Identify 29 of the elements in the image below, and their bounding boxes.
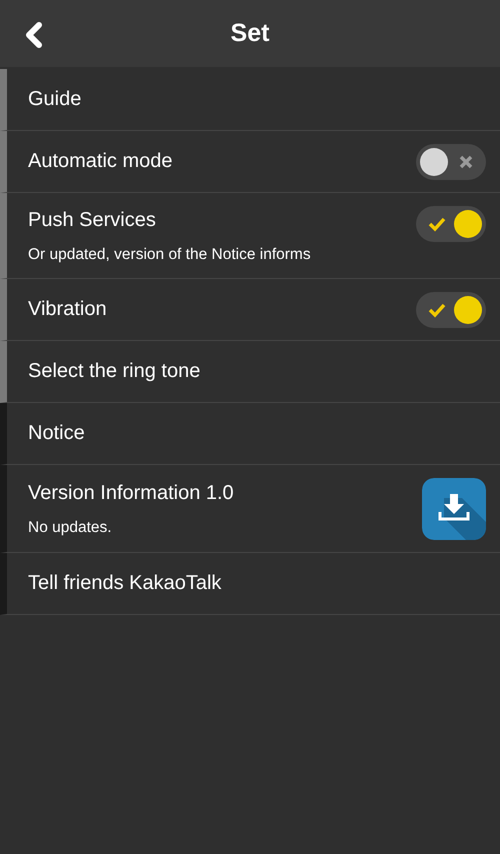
settings-row[interactable]: Tell friends KakaoTalk	[0, 553, 500, 615]
close-icon	[459, 154, 473, 168]
settings-row[interactable]: Vibration	[0, 279, 500, 341]
toggle-knob	[454, 210, 482, 238]
setting-description: Or updated, version of the Notice informs	[28, 246, 312, 264]
toggle-switch[interactable]	[416, 144, 486, 180]
toggle-switch[interactable]	[416, 292, 486, 328]
toggle-knob	[454, 296, 482, 324]
setting-description: No updates.	[28, 518, 113, 536]
settings-row[interactable]: Select the ring tone	[0, 341, 500, 403]
setting-label: Automatic mode	[28, 150, 174, 173]
setting-label: Guide	[28, 88, 82, 111]
check-icon	[428, 216, 446, 232]
setting-label: Push Services	[28, 209, 157, 232]
toggle-switch[interactable]	[416, 206, 486, 242]
screen-title: Set	[230, 19, 270, 48]
toggle-knob	[420, 148, 448, 176]
setting-label: Vibration	[28, 298, 108, 321]
setting-label: Select the ring tone	[28, 360, 202, 383]
settings-row[interactable]: Guide	[0, 69, 500, 131]
setting-label: Notice	[28, 422, 86, 445]
setting-label: Version Information 1.0	[28, 482, 235, 504]
settings-row[interactable]: Notice	[0, 403, 500, 465]
download-icon[interactable]	[422, 478, 486, 540]
setting-label: Tell friends KakaoTalk	[28, 572, 222, 595]
check-icon	[428, 302, 446, 318]
settings-row[interactable]: Push Services Or updated, version of the Notice informs	[0, 193, 500, 279]
settings-row[interactable]: Version Information 1.0 No updates.	[0, 465, 500, 553]
settings-row[interactable]: Automatic mode	[0, 131, 500, 193]
